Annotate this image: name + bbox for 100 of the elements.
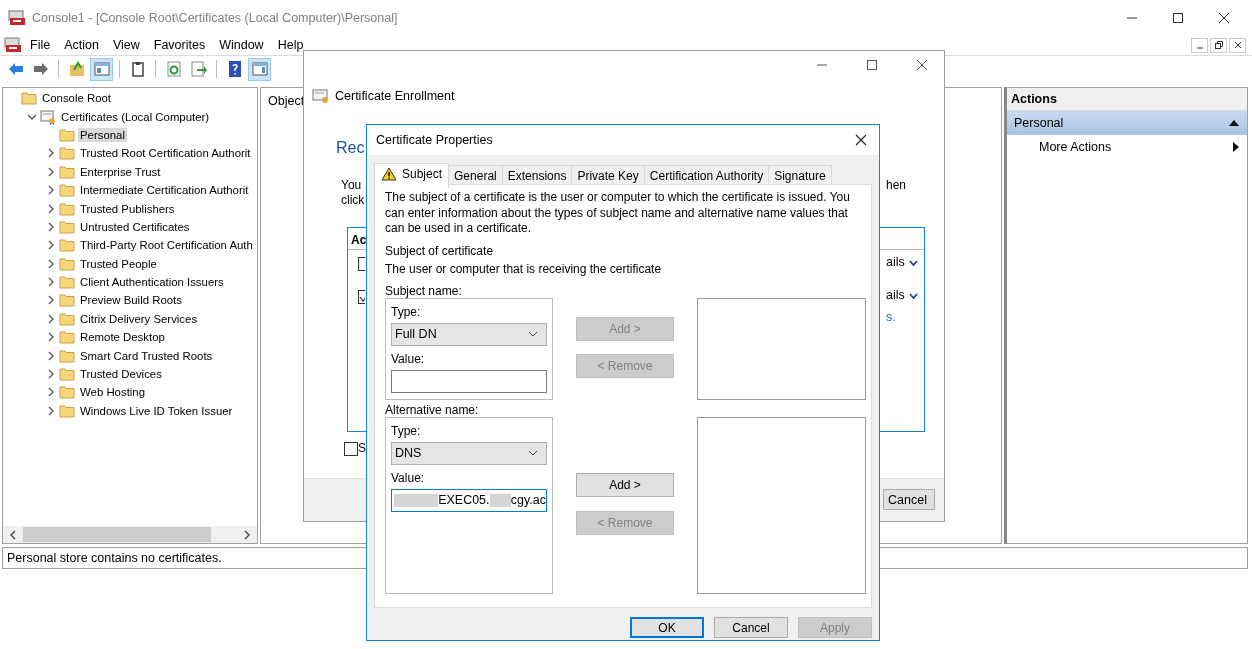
- field-label: Value:: [391, 470, 426, 485]
- field-label: Value:: [391, 351, 426, 366]
- scroll-left-icon[interactable]: [9, 529, 17, 540]
- type-dropdown[interactable]: DNS: [391, 441, 547, 465]
- menu-item[interactable]: Help: [271, 38, 312, 52]
- tree-item[interactable]: Personal: [78, 127, 127, 142]
- expand-chevron-icon[interactable]: [46, 258, 56, 269]
- warning-icon: [381, 167, 397, 181]
- expand-chevron-icon[interactable]: [46, 350, 56, 361]
- tree-item[interactable]: Untrusted Certificates: [78, 219, 192, 234]
- checkbox[interactable]: [344, 442, 358, 456]
- tree-item[interactable]: Preview Build Roots: [78, 293, 184, 308]
- expand-chevron-icon[interactable]: [46, 166, 56, 177]
- field-label: Type:: [391, 423, 422, 438]
- tree-button[interactable]: [90, 57, 113, 81]
- actions-header: Actions: [1007, 88, 1247, 111]
- tree-item[interactable]: Client Authentication Issuers: [78, 275, 226, 290]
- menu-item[interactable]: Favorites: [147, 38, 214, 52]
- close-icon: [1233, 41, 1242, 49]
- folder-icon: [59, 145, 75, 162]
- tree-item[interactable]: Intermediate Certification Authorit: [78, 183, 251, 198]
- collapse-triangle-icon[interactable]: [1229, 119, 1239, 127]
- tree-item[interactable]: Enterprise Trust: [78, 164, 163, 179]
- tree-item[interactable]: Certificates (Local Computer): [59, 109, 212, 124]
- tree-item[interactable]: Web Hosting: [78, 385, 147, 400]
- expand-chevron-icon[interactable]: [46, 277, 56, 288]
- cancel-button[interactable]: Cancel: [714, 617, 788, 638]
- folder-icon: [59, 126, 75, 143]
- tree-item[interactable]: Console Root: [40, 91, 114, 106]
- tree-item[interactable]: Trusted Root Certification Authorit: [78, 146, 253, 161]
- maximize-icon[interactable]: [1172, 11, 1184, 24]
- expand-chevron-icon[interactable]: [46, 221, 56, 232]
- expand-chevron-icon[interactable]: [46, 369, 56, 380]
- restore-button[interactable]: [1210, 37, 1227, 53]
- tab[interactable]: Subject: [374, 163, 450, 188]
- chevron-down-icon[interactable]: [909, 293, 918, 299]
- actions-section-header[interactable]: Personal: [1007, 111, 1247, 135]
- tree-item[interactable]: Remote Desktop: [78, 330, 167, 345]
- selected-values-list[interactable]: [697, 416, 866, 594]
- dialog-title: Certificate Properties: [376, 133, 493, 147]
- up-icon: [67, 60, 86, 78]
- folder-icon: [59, 384, 75, 401]
- scroll-right-icon[interactable]: [243, 529, 251, 540]
- folder-icon: [59, 310, 75, 327]
- expand-chevron-icon[interactable]: [46, 387, 56, 398]
- checkbox[interactable]: [358, 290, 365, 304]
- tree-item[interactable]: Windows Live ID Token Issuer: [78, 403, 235, 418]
- chevron-down-icon[interactable]: [909, 260, 918, 266]
- menu-item[interactable]: Action: [58, 38, 107, 52]
- instruction-text: hen: [886, 178, 907, 192]
- folder-icon: [21, 90, 37, 107]
- cancel-button[interactable]: Cancel: [883, 489, 935, 510]
- submenu-arrow-icon: [1233, 142, 1239, 152]
- expand-chevron-icon[interactable]: [46, 332, 56, 343]
- section-note: The user or computer that is receiving the certificate: [385, 261, 663, 276]
- tab[interactable]: Signature: [768, 165, 832, 187]
- expand-chevron-icon[interactable]: [46, 295, 56, 306]
- forward-icon: [31, 60, 50, 78]
- details-link[interactable]: ails: [886, 288, 905, 302]
- pane-button[interactable]: [248, 57, 271, 81]
- menu-item[interactable]: View: [106, 38, 148, 52]
- ok-button[interactable]: OK: [630, 617, 704, 638]
- instruction-text: You: [341, 178, 362, 192]
- value-field[interactable]: EXEC05. cgy.ac: [391, 488, 547, 512]
- action-link[interactable]: More Actions: [1007, 135, 1247, 159]
- menu-item[interactable]: File: [24, 38, 59, 52]
- menu-item[interactable]: Window: [213, 38, 272, 52]
- close-icon[interactable]: [916, 59, 928, 71]
- close-button[interactable]: [1229, 37, 1246, 53]
- expand-chevron-icon[interactable]: [46, 313, 56, 324]
- expand-chevron-icon[interactable]: [46, 203, 56, 214]
- tree-item[interactable]: Trusted Devices: [78, 367, 164, 382]
- console-icon: [8, 9, 26, 26]
- folder-icon: [59, 200, 75, 217]
- expand-chevron-icon[interactable]: [46, 240, 56, 251]
- value-field[interactable]: [391, 369, 547, 393]
- maximize-icon[interactable]: [866, 59, 878, 71]
- expand-chevron-icon[interactable]: [46, 185, 56, 196]
- tree-icon: [92, 60, 111, 78]
- tree-item[interactable]: Citrix Delivery Services: [78, 311, 200, 326]
- tree-item[interactable]: Smart Card Trusted Roots: [78, 348, 215, 363]
- close-icon[interactable]: [1218, 11, 1230, 24]
- expand-chevron-icon[interactable]: [46, 148, 56, 159]
- selected-values-list[interactable]: [697, 297, 866, 400]
- checkbox[interactable]: [358, 257, 365, 271]
- checkbox-label: S: [358, 441, 366, 455]
- expand-chevron-icon[interactable]: [46, 405, 56, 416]
- console-icon[interactable]: [4, 37, 22, 53]
- details-link[interactable]: ails: [886, 255, 905, 269]
- add-button[interactable]: Add >: [576, 472, 674, 497]
- certificate-icon: [312, 88, 330, 104]
- field-label: Type:: [391, 304, 422, 319]
- column-header[interactable]: Object: [268, 94, 305, 108]
- horizontal-scrollbar[interactable]: [3, 526, 257, 543]
- type-dropdown[interactable]: Full DN: [391, 322, 547, 346]
- tree-item[interactable]: Trusted Publishers: [78, 201, 177, 216]
- tree-item[interactable]: Trusted People: [78, 256, 159, 271]
- tree-item[interactable]: Third-Party Root Certification Auth: [78, 238, 255, 253]
- close-icon[interactable]: [855, 134, 867, 146]
- link[interactable]: s.: [886, 310, 896, 324]
